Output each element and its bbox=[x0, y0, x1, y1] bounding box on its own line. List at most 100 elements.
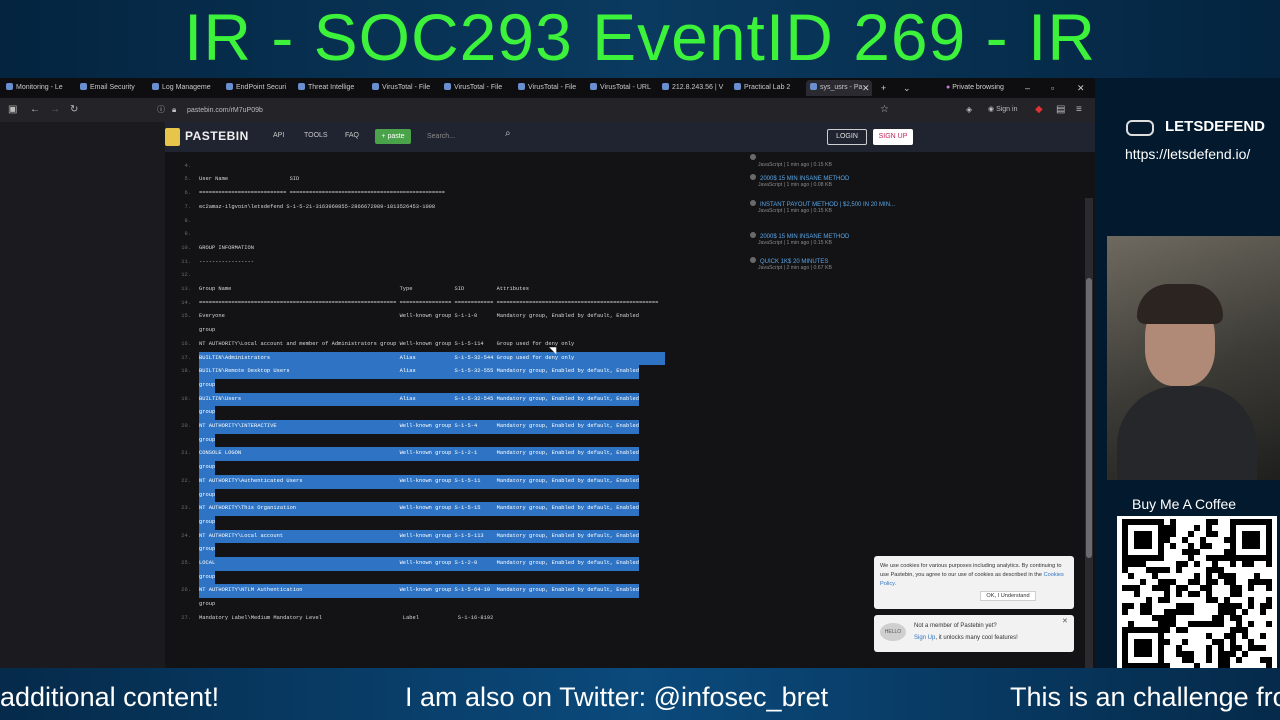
line-number: 22. bbox=[181, 477, 191, 484]
scrollbar-thumb[interactable] bbox=[1086, 278, 1092, 558]
sidebar-paste-item[interactable]: 2000$ 15 MIN INSANE METHOD JavaScript | 1… bbox=[750, 174, 915, 188]
window-close-icon[interactable]: ✕ bbox=[1077, 80, 1085, 96]
tab-log-management[interactable]: Log Manageme bbox=[152, 80, 214, 96]
cookie-accept-button[interactable]: OK, I Understand bbox=[980, 591, 1036, 601]
site-info-icon[interactable]: ⓘ bbox=[157, 102, 165, 118]
tab-actions-icon[interactable]: ▣ bbox=[8, 102, 17, 118]
tab-email-security[interactable]: Email Security bbox=[80, 80, 138, 96]
reload-icon[interactable]: ↻ bbox=[70, 102, 78, 118]
bookmark-star-icon[interactable]: ☆ bbox=[880, 102, 889, 118]
code-line: 14. =====================================… bbox=[165, 297, 735, 311]
qr-module bbox=[1194, 549, 1200, 555]
qr-module bbox=[1248, 603, 1254, 609]
signup-button[interactable]: SIGN UP bbox=[873, 129, 913, 145]
line-text: group bbox=[199, 406, 216, 420]
address-bar[interactable]: pastebin.com/rM7uP09b bbox=[187, 103, 907, 118]
qr-module bbox=[1266, 621, 1272, 627]
webcam-person-hair bbox=[1137, 284, 1223, 324]
line-text: group bbox=[199, 488, 216, 503]
close-icon[interactable]: ✕ bbox=[1062, 617, 1068, 625]
qr-module bbox=[1212, 579, 1218, 585]
sidebar-paste-item[interactable]: INSTANT PAYOUT METHOD | $2,500 IN 20 MIN… bbox=[750, 200, 915, 214]
shield-icon[interactable]: ◆ bbox=[1035, 102, 1043, 118]
line-number: 4. bbox=[184, 162, 191, 169]
stream-banner: IR - SOC293 EventID 269 - IR bbox=[0, 0, 1280, 78]
tab-favicon-icon bbox=[662, 83, 669, 90]
new-paste-button[interactable]: + paste bbox=[375, 129, 411, 144]
member-question: Not a member of Pastebin yet? bbox=[914, 623, 997, 629]
tab-virustotal-1[interactable]: VirusTotal - File bbox=[372, 80, 434, 96]
qr-module bbox=[1194, 525, 1200, 531]
extension-icon[interactable]: ◈ bbox=[966, 102, 972, 118]
tab-favicon-icon bbox=[80, 83, 87, 90]
line-number: 11. bbox=[181, 258, 191, 265]
nav-api[interactable]: API bbox=[273, 132, 284, 139]
tab-endpoint-security[interactable]: EndPoint Securi bbox=[226, 80, 288, 96]
sign-in-button[interactable]: ◉ Sign in bbox=[988, 102, 1017, 118]
qr-module bbox=[1212, 519, 1218, 525]
pastebin-logo-icon[interactable] bbox=[165, 128, 180, 146]
tab-virustotal-2[interactable]: VirusTotal - File bbox=[444, 80, 506, 96]
line-number: 24. bbox=[181, 532, 191, 539]
code-line: 4. bbox=[165, 160, 735, 174]
maximize-icon[interactable]: ▫ bbox=[1051, 80, 1054, 96]
code-line: group bbox=[165, 488, 735, 503]
code-line: 13. Group Name Type SID Attributes bbox=[165, 283, 735, 297]
tab-virustotal-url[interactable]: VirusTotal - URL bbox=[590, 80, 652, 96]
sidebar-paste-item[interactable]: JavaScript | 1 min ago | 0.15 KB bbox=[750, 154, 915, 168]
member-signup-link[interactable]: Sign Up bbox=[914, 635, 935, 641]
line-number: 16. bbox=[181, 340, 191, 347]
tab-favicon-icon bbox=[226, 83, 233, 90]
search-input[interactable]: Search... bbox=[427, 130, 512, 144]
nav-tools[interactable]: TOOLS bbox=[304, 132, 328, 139]
line-text: NT AUTHORITY\INTERACTIVE Well-known grou… bbox=[199, 420, 639, 434]
code-line: group bbox=[165, 378, 735, 393]
paste-code-area[interactable]: ---------------- 4. 5. User Name SID 6. =====… bbox=[165, 152, 735, 668]
forward-arrow-icon[interactable]: → bbox=[50, 102, 60, 118]
qr-module bbox=[1260, 609, 1266, 615]
tab-favicon-icon bbox=[444, 83, 451, 90]
code-line: 22. NT AUTHORITY\Authenticated Users Well… bbox=[165, 474, 735, 489]
qr-module bbox=[1134, 591, 1140, 597]
tab-virustotal-3[interactable]: VirusTotal - File bbox=[518, 80, 580, 96]
tab-monitoring[interactable]: Monitoring - Le bbox=[6, 80, 68, 96]
search-icon[interactable]: ⌕ bbox=[505, 128, 511, 139]
pastebin-brand[interactable]: PASTEBIN bbox=[185, 129, 249, 143]
tab-favicon-icon bbox=[590, 83, 597, 90]
tab-ip-lookup[interactable]: 212.8.243.56 | V bbox=[662, 80, 724, 96]
line-number: 14. bbox=[181, 299, 191, 306]
menu-icon[interactable]: ≡ bbox=[1076, 102, 1082, 118]
line-number: 13. bbox=[181, 286, 191, 292]
tab-threat-intel[interactable]: Threat Intellige bbox=[298, 80, 360, 96]
pastebin-page: PASTEBIN API TOOLS FAQ + paste Search...… bbox=[165, 122, 1095, 668]
qr-module bbox=[1164, 639, 1170, 645]
line-number: 9. bbox=[184, 231, 191, 238]
minimize-icon[interactable]: – bbox=[1025, 80, 1030, 96]
line-number: 15. bbox=[181, 313, 191, 320]
qr-module bbox=[1266, 603, 1272, 609]
close-tab-icon[interactable]: ✕ bbox=[862, 80, 870, 96]
wallet-icon[interactable]: ▤ bbox=[1056, 102, 1065, 118]
globe-icon bbox=[750, 154, 756, 160]
code-line: group bbox=[165, 406, 735, 420]
line-number: 10. bbox=[181, 244, 191, 251]
back-arrow-icon[interactable]: ← bbox=[30, 102, 40, 118]
nav-faq[interactable]: FAQ bbox=[345, 132, 359, 139]
tab-list-chevron-down-icon[interactable]: ⌄ bbox=[903, 80, 911, 96]
line-text: ec2amaz-ilgvoin\letsdefend S-1-5-21-3163… bbox=[199, 203, 436, 210]
line-number: 7. bbox=[184, 203, 191, 210]
line-text: group bbox=[199, 515, 216, 530]
sidebar-paste-item[interactable]: QUICK 1K$ 20 MINUTES JavaScript | 2 min a… bbox=[750, 257, 915, 271]
tab-practical-lab[interactable]: Practical Lab 2 bbox=[734, 80, 796, 96]
code-line: 24. NT AUTHORITY\Local account Well-known… bbox=[165, 529, 735, 544]
new-tab-icon[interactable]: + bbox=[881, 80, 886, 96]
qr-module bbox=[1128, 603, 1134, 609]
login-button[interactable]: LOGIN bbox=[827, 129, 867, 145]
line-number: 17. bbox=[181, 354, 191, 361]
line-text: LOCAL Well-known group S-1-2-0 Mandatory… bbox=[199, 557, 639, 571]
profile-icon: ◉ bbox=[988, 106, 995, 113]
qr-module bbox=[1176, 591, 1182, 597]
page-scrollbar[interactable] bbox=[1085, 198, 1093, 678]
sidebar-paste-item[interactable]: 2000$ 15 MIN INSANE METHOD JavaScript | 1… bbox=[750, 232, 915, 246]
code-line: group bbox=[165, 324, 735, 338]
